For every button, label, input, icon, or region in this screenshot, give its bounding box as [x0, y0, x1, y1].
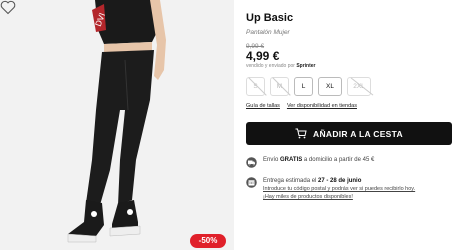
delivery-info: Entrega estimada el 27 - 28 de junio Int…	[246, 177, 415, 201]
seller-name[interactable]: Sprinter	[296, 63, 315, 69]
products-available-link[interactable]: ¡Hay miles de productos disponibles!	[263, 193, 415, 201]
product-image-area: DVI -50%	[0, 0, 234, 250]
heart-icon[interactable]	[0, 0, 16, 15]
delivery-dates: 27 - 28 de junio	[318, 178, 362, 184]
seller-prefix: vendido y enviado por	[246, 63, 295, 69]
delivery-prefix: Entrega estimada el	[263, 178, 317, 184]
add-to-cart-button[interactable]: AÑADIR A LA CESTA	[246, 122, 452, 145]
size-selector: S M L XL 2XL	[246, 77, 371, 96]
product-subtitle: Pantalón Mujer	[246, 29, 290, 36]
store-availability-link[interactable]: Ver disponibilidad en tiendas	[287, 103, 357, 109]
size-option-s[interactable]: S	[246, 77, 265, 96]
truck-icon	[246, 157, 257, 168]
product-links: Guía de tallas Ver disponibilidad en tie…	[246, 103, 357, 109]
shipping-suffix: a domicilio a partir de 45 €	[303, 157, 375, 163]
product-title: Up Basic	[246, 12, 294, 24]
calendar-icon	[246, 177, 257, 188]
shipping-free: GRATIS	[280, 157, 303, 163]
size-option-m[interactable]: M	[270, 77, 289, 96]
size-option-2xl[interactable]: 2XL	[347, 77, 371, 96]
product-info: Up Basic Pantalón Mujer 9,99 € 4,99 € ve…	[246, 0, 464, 250]
current-price: 4,99 €	[246, 49, 280, 63]
add-to-cart-label: AÑADIR A LA CESTA	[313, 128, 403, 139]
discount-badge: -50%	[190, 234, 226, 248]
size-guide-link[interactable]: Guía de tallas	[246, 103, 280, 109]
shipping-info: Envío GRATIS a domicilio a partir de 45 …	[246, 157, 374, 168]
shipping-prefix: Envío	[263, 157, 279, 163]
size-option-xl[interactable]: XL	[318, 77, 342, 96]
postal-code-link[interactable]: Introduce tu código postal y podrás ver …	[263, 185, 415, 193]
size-option-l[interactable]: L	[294, 77, 313, 96]
product-photo: DVI	[67, 0, 166, 243]
cart-icon	[295, 128, 307, 139]
seller-info: vendido y enviado por Sprinter	[246, 63, 316, 69]
